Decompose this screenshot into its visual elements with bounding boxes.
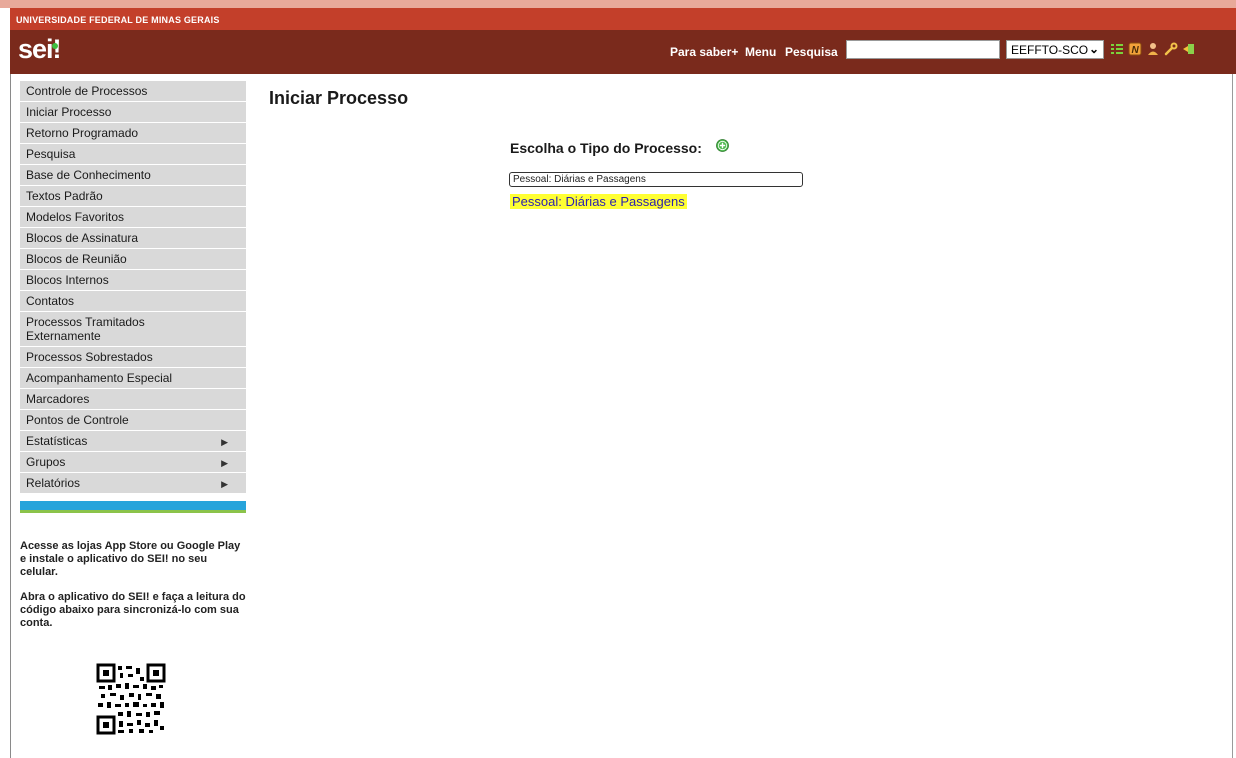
sidebar-item-textos-padrao[interactable]: Textos Padrão <box>20 186 246 207</box>
sidebar-stripe-green <box>20 510 246 513</box>
unit-select-value: EEFFTO-SCO <box>1011 43 1089 57</box>
process-type-option[interactable]: Pessoal: Diárias e Passagens <box>510 194 687 209</box>
sidebar-item-pesquisa[interactable]: Pesquisa <box>20 144 246 165</box>
sidebar-item-retorno-programado[interactable]: Retorno Programado <box>20 123 246 144</box>
logo-mark: ! <box>52 34 62 64</box>
submenu-arrow-icon: ▶ <box>221 458 228 468</box>
notes-icon[interactable]: N <box>1128 42 1142 56</box>
sidebar-item-grupos[interactable]: Grupos ▶ <box>20 452 246 473</box>
app-promo-text-1: Acesse as lojas App Store ou Google Play… <box>20 540 241 578</box>
submenu-arrow-icon: ▶ <box>221 437 228 447</box>
page-title: Iniciar Processo <box>269 88 409 108</box>
institution-bar: UNIVERSIDADE FEDERAL DE MINAS GERAIS <box>10 8 1236 30</box>
sidebar-item-pontos-controle[interactable]: Pontos de Controle <box>20 410 246 431</box>
logo-dot <box>52 43 58 49</box>
pesquisa-link[interactable]: Pesquisa <box>785 45 838 59</box>
sidebar-item-label: Blocos de Reunião <box>26 252 127 266</box>
sidebar-item-iniciar-processo[interactable]: Iniciar Processo <box>20 102 246 123</box>
sidebar-item-contatos[interactable]: Contatos <box>20 291 246 312</box>
sidebar-item-label: Controle de Processos <box>26 84 148 98</box>
top-strip <box>0 0 1236 8</box>
search-input[interactable] <box>846 40 1000 59</box>
exit-icon[interactable] <box>1182 42 1196 56</box>
add-icon[interactable] <box>716 139 729 152</box>
sidebar-item-label: Base de Conhecimento <box>26 168 151 182</box>
svg-text:N: N <box>1132 45 1140 56</box>
sidebar-item-blocos-internos[interactable]: Blocos Internos <box>20 270 246 291</box>
sidebar-item-label: Iniciar Processo <box>26 105 112 119</box>
institution-name: UNIVERSIDADE FEDERAL DE MINAS GERAIS <box>16 15 220 25</box>
sidebar-item-label: Modelos Favoritos <box>26 210 125 224</box>
sidebar-item-label: Retorno Programado <box>26 126 139 140</box>
sidebar-item-label: Contatos <box>26 294 75 308</box>
submenu-arrow-icon: ▶ <box>221 479 228 489</box>
sidebar-item-label: Pontos de Controle <box>26 413 129 427</box>
choose-type-label: Escolha o Tipo do Processo: <box>510 140 702 156</box>
menu-link[interactable]: Menu <box>745 45 776 59</box>
sidebar-item-marcadores[interactable]: Marcadores <box>20 389 246 410</box>
unit-select[interactable]: EEFFTO-SCO ⌄ <box>1006 40 1104 59</box>
sidebar-item-label: Pesquisa <box>26 147 76 161</box>
sidebar-item-modelos-favoritos[interactable]: Modelos Favoritos <box>20 207 246 228</box>
sidebar-item-relatorios[interactable]: Relatórios ▶ <box>20 473 246 494</box>
app-promo: Acesse as lojas App Store ou Google Play… <box>20 540 246 642</box>
header: UNIVERSIDADE FEDERAL DE MINAS GERAIS sei… <box>10 8 1236 74</box>
app-promo-text-2: Abra o aplicativo do SEI! e faça a leitu… <box>20 591 246 629</box>
sidebar-item-label: Textos Padrão <box>26 189 103 203</box>
sei-logo[interactable]: sei! <box>18 34 62 65</box>
sidebar-item-label: Relatórios <box>26 476 81 490</box>
wrench-icon[interactable] <box>1164 42 1178 56</box>
sidebar-item-label: Blocos de Assinatura <box>26 231 139 245</box>
sidebar-item-base-conhecimento[interactable]: Base de Conhecimento <box>20 165 246 186</box>
sidebar-item-processos-sobrestados[interactable]: Processos Sobrestados <box>20 347 246 368</box>
logo-text: sei <box>18 34 54 64</box>
para-saber-link[interactable]: Para saber+ <box>670 45 738 59</box>
sidebar-item-estatisticas[interactable]: Estatísticas ▶ <box>20 431 246 452</box>
sidebar-item-acompanhamento-especial[interactable]: Acompanhamento Especial <box>20 368 246 389</box>
sidebar-item-processos-tramitados[interactable]: Processos Tramitados Externamente <box>20 312 246 347</box>
chevron-down-icon: ⌄ <box>1088 42 1099 56</box>
page-border-right <box>1232 74 1233 758</box>
sidebar-item-label: Marcadores <box>26 392 90 406</box>
sidebar-stripe-blue <box>20 501 246 510</box>
process-type-filter-input[interactable] <box>509 172 803 187</box>
sidebar-item-label: Estatísticas <box>26 434 88 448</box>
sidebar-item-label: Acompanhamento Especial <box>26 371 173 385</box>
sidebar-item-label: Blocos Internos <box>26 273 109 287</box>
sidebar-item-blocos-assinatura[interactable]: Blocos de Assinatura <box>20 228 246 249</box>
sidebar-item-controle-processos[interactable]: Controle de Processos <box>20 81 246 102</box>
sidebar-menu: Controle de Processos Iniciar Processo R… <box>20 81 246 513</box>
qr-code <box>96 663 166 735</box>
user-icon[interactable] <box>1146 42 1160 56</box>
sidebar-item-label: Processos Tramitados Externamente <box>26 315 145 343</box>
sidebar-item-label: Grupos <box>26 455 66 469</box>
list-icon[interactable] <box>1110 42 1124 56</box>
sidebar-item-label: Processos Sobrestados <box>26 350 153 364</box>
sidebar-item-blocos-reuniao[interactable]: Blocos de Reunião <box>20 249 246 270</box>
page-border-left <box>10 74 11 758</box>
